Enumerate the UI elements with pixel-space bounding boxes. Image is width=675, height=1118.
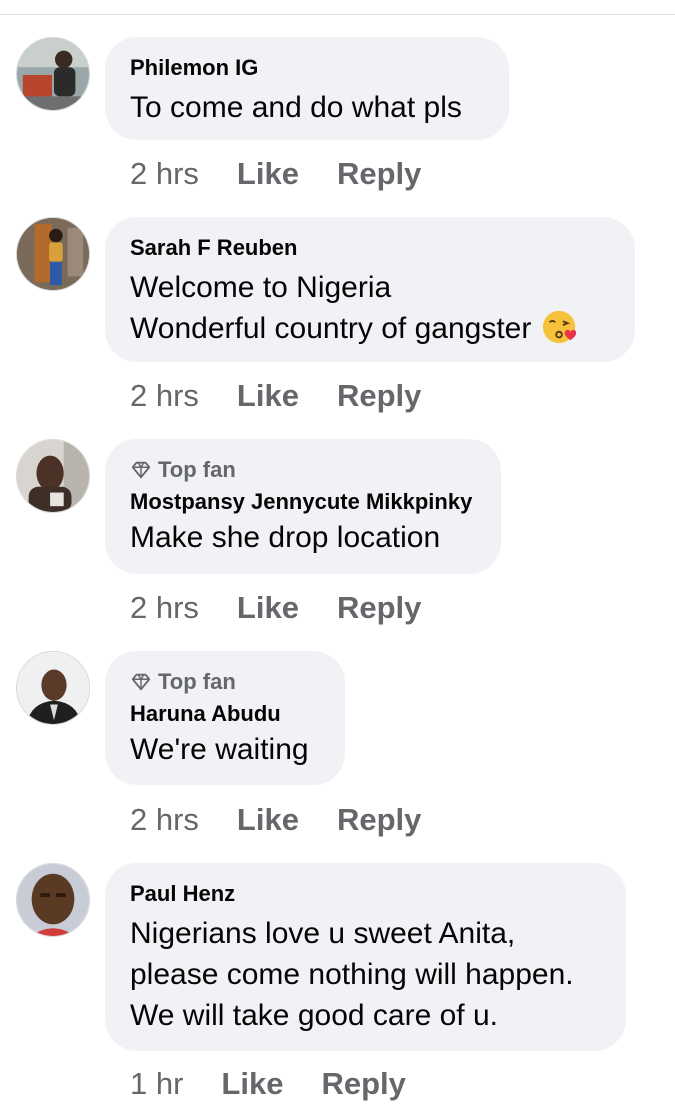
comment-actions: 2 hrs Like Reply — [130, 590, 421, 626]
avatar-photo — [17, 652, 89, 724]
comment-bubble: Philemon IG To come and do what pls — [105, 37, 509, 140]
like-button[interactable]: Like — [237, 802, 299, 838]
comment-text: To come and do what pls — [130, 87, 485, 128]
avatar[interactable] — [16, 651, 90, 725]
reply-button[interactable]: Reply — [321, 1066, 405, 1102]
comment-author[interactable]: Mostpansy Jennycute Mikkpinky — [130, 489, 477, 515]
comment-text: Welcome to Nigeria Wonderful country of … — [130, 267, 611, 349]
comment-text: We're waiting — [130, 729, 321, 770]
comment-time[interactable]: 2 hrs — [130, 590, 199, 626]
comment-time[interactable]: 2 hrs — [130, 802, 199, 838]
comment-bubble: Top fan Mostpansy Jennycute Mikkpinky Ma… — [105, 439, 501, 574]
top-fan-label: Top fan — [158, 457, 236, 482]
comment-author[interactable]: Paul Henz — [130, 881, 602, 907]
diamond-icon — [131, 673, 151, 691]
divider — [0, 14, 675, 15]
top-fan-label: Top fan — [158, 669, 236, 694]
reply-button[interactable]: Reply — [337, 590, 421, 626]
comment-text-line: Make she drop location — [130, 521, 441, 554]
comment-bubble: Top fan Haruna Abudu We're waiting — [105, 651, 345, 785]
reply-button[interactable]: Reply — [337, 156, 421, 192]
top-fan-badge: Top fan — [130, 457, 477, 483]
comment-text-line: Welcome to Nigeria — [130, 271, 392, 304]
reply-button[interactable]: Reply — [337, 378, 421, 414]
avatar[interactable] — [16, 439, 90, 513]
comment-bubble: Paul Henz Nigerians love u sweet Anita, … — [105, 863, 626, 1051]
top-fan-badge: Top fan — [130, 669, 321, 695]
comment-actions: 1 hr Like Reply — [130, 1066, 406, 1102]
avatar-photo — [17, 440, 89, 512]
comment-text-line: We're waiting — [130, 733, 309, 766]
comment-actions: 2 hrs Like Reply — [130, 156, 421, 192]
like-button[interactable]: Like — [237, 378, 299, 414]
avatar[interactable] — [16, 217, 90, 291]
comment-text-line: Nigerians love u sweet Anita, — [130, 917, 516, 950]
comment-text-line: please come nothing will happen. — [130, 958, 574, 991]
like-button[interactable]: Like — [221, 1066, 283, 1102]
comment-text-line-content: Wonderful country of gangster — [130, 312, 532, 345]
comment-text: Nigerians love u sweet Anita, please com… — [130, 913, 602, 1036]
avatar[interactable] — [16, 37, 90, 111]
comment-actions: 2 hrs Like Reply — [130, 802, 421, 838]
comment-time[interactable]: 1 hr — [130, 1066, 183, 1102]
comment-time[interactable]: 2 hrs — [130, 378, 199, 414]
comment-bubble: Sarah F Reuben Welcome to Nigeria Wonder… — [105, 217, 635, 362]
comment-actions: 2 hrs Like Reply — [130, 378, 421, 414]
avatar[interactable] — [16, 863, 90, 937]
avatar-photo — [17, 864, 89, 936]
comment-text-line: We will take good care of u. — [130, 999, 498, 1032]
comment-text: Make she drop location — [130, 517, 477, 558]
reply-button[interactable]: Reply — [337, 802, 421, 838]
face-blowing-kiss-icon — [543, 310, 577, 344]
comment-text-line: To come and do what pls — [130, 91, 462, 124]
comment-time[interactable]: 2 hrs — [130, 156, 199, 192]
comment-author[interactable]: Haruna Abudu — [130, 701, 321, 727]
avatar-photo — [17, 218, 89, 290]
like-button[interactable]: Like — [237, 156, 299, 192]
avatar-photo — [17, 38, 89, 110]
comment-text-line: Wonderful country of gangster — [130, 308, 611, 349]
comment-author[interactable]: Sarah F Reuben — [130, 235, 611, 261]
comment-author[interactable]: Philemon IG — [130, 55, 485, 81]
diamond-icon — [131, 461, 151, 479]
like-button[interactable]: Like — [237, 590, 299, 626]
